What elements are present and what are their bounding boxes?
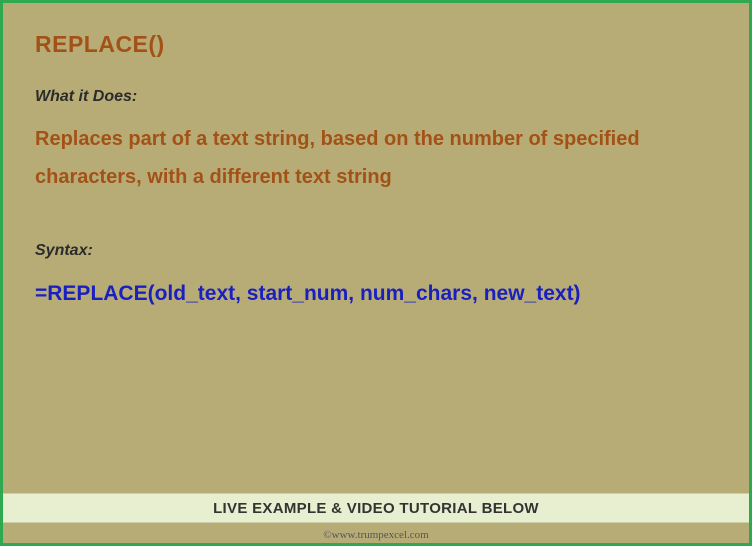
syntax-label: Syntax: (35, 242, 717, 260)
footer-banner: LIVE EXAMPLE & VIDEO TUTORIAL BELOW (3, 493, 749, 523)
document-frame: REPLACE() What it Does: Replaces part of… (0, 0, 752, 546)
content-area: REPLACE() What it Does: Replaces part of… (3, 3, 749, 314)
syntax-formula: =REPLACE(old_text, start_num, num_chars,… (35, 274, 717, 314)
function-description: Replaces part of a text string, based on… (35, 120, 717, 196)
attribution-text: ©www.trumpexcel.com (3, 529, 749, 541)
function-title: REPLACE() (35, 31, 717, 58)
what-it-does-label: What it Does: (35, 88, 717, 106)
